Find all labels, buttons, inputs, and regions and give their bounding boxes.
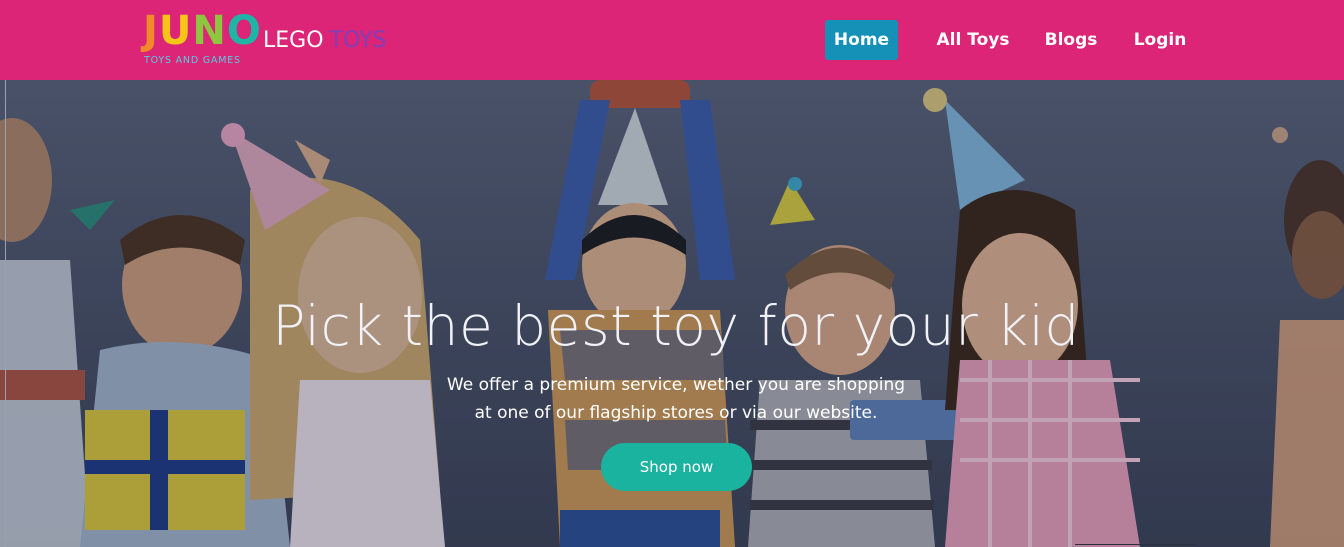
brand-word-toys: TOYS [329, 28, 387, 53]
logo-tagline: TOYS AND GAMES [144, 55, 241, 66]
hero-title: Pick the best toy for your kid [272, 294, 1080, 358]
top-navbar: J U N O TOYS AND GAMES LEGO TOYS Home All… [0, 0, 1344, 80]
brand-title: LEGO TOYS [263, 27, 387, 55]
juno-logo[interactable]: J U N O TOYS AND GAMES [143, 10, 261, 68]
brand-word-lego: LEGO [263, 28, 324, 53]
bottom-divider [1075, 544, 1195, 545]
shop-now-button[interactable]: Shop now [601, 443, 752, 491]
logo-letter-n: N [192, 8, 227, 54]
logo-wordmark: J U N O [143, 10, 262, 52]
logo-letter-j: J [143, 8, 159, 54]
nav-home-link[interactable]: Home [825, 20, 898, 60]
nav-blogs-link[interactable]: Blogs [1043, 20, 1099, 60]
hero-subtitle-line-2: at one of our flagship stores or via our… [474, 403, 878, 423]
hero-subtitle-line-1: We offer a premium service, wether you a… [446, 375, 906, 395]
logo-letter-o: O [226, 8, 262, 54]
logo-letter-u: U [158, 8, 193, 54]
nav-login-link[interactable]: Login [1131, 20, 1189, 60]
nav-all-toys-link[interactable]: All Toys [934, 20, 1012, 60]
hero-banner: Pick the best toy for your kid We offer … [0, 80, 1344, 547]
